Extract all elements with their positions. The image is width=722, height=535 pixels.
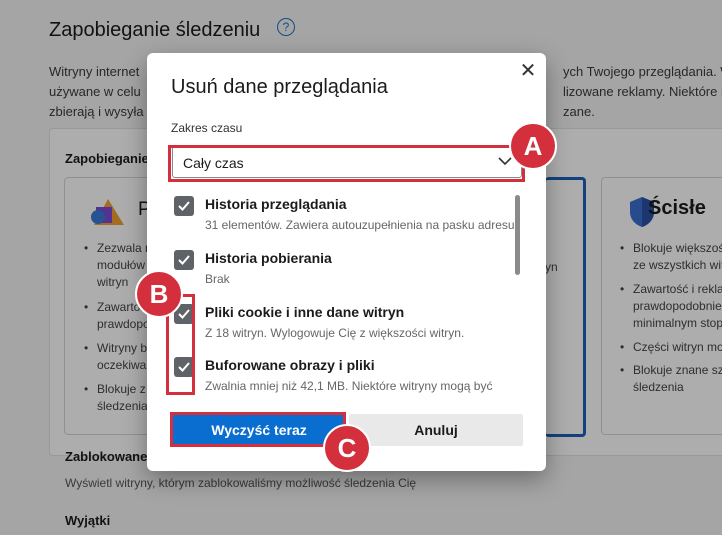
- dialog-title: Usuń dane przeglądania: [171, 76, 388, 98]
- checkmark-icon: [178, 201, 190, 211]
- checkmark-icon: [178, 255, 190, 265]
- option-description: Z 18 witryn. Wylogowuje Cię z większości…: [205, 326, 465, 340]
- highlight-box-a: [168, 145, 525, 182]
- option-title: Buforowane obrazy i pliki: [205, 357, 375, 373]
- cancel-button[interactable]: Anuluj: [349, 414, 523, 446]
- option-description: 31 elementów. Zawiera autouzupełnienia n…: [205, 218, 518, 232]
- highlight-box-c: [170, 412, 346, 447]
- checkbox[interactable]: [174, 196, 194, 216]
- close-icon[interactable]: ✕: [518, 61, 538, 81]
- clear-browsing-data-dialog: Usuń dane przeglądania ✕ Zakres czasu Ca…: [147, 53, 546, 471]
- option-title: Historia przeglądania: [205, 196, 347, 212]
- option-title: Pliki cookie i inne dane witryn: [205, 304, 405, 320]
- option-description: Brak: [205, 272, 230, 286]
- annotation-marker-c: C: [323, 424, 371, 472]
- time-range-label: Zakres czasu: [171, 121, 243, 135]
- scrollbar[interactable]: [515, 195, 520, 275]
- option-title: Historia pobierania: [205, 250, 332, 266]
- annotation-marker-a: A: [509, 122, 557, 170]
- option-description: Zwalnia mniej niż 42,1 MB. Niektóre witr…: [205, 379, 493, 393]
- annotation-marker-b: B: [135, 270, 183, 318]
- checkbox[interactable]: [174, 250, 194, 270]
